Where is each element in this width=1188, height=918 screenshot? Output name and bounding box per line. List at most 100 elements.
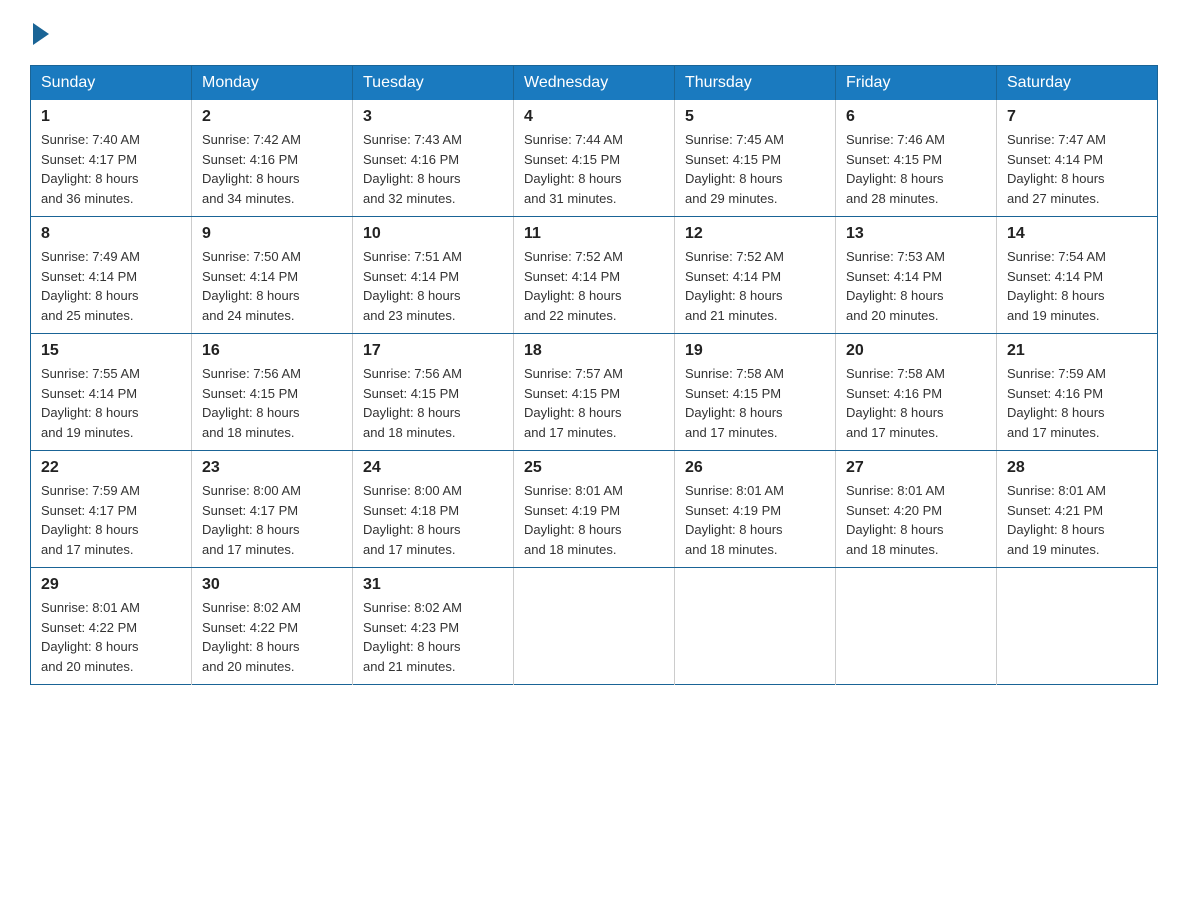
- sunset-label: Sunset: 4:14 PM: [1007, 152, 1103, 167]
- sunset-label: Sunset: 4:14 PM: [41, 386, 137, 401]
- day-number: 30: [202, 576, 342, 594]
- sunset-label: Sunset: 4:14 PM: [202, 269, 298, 284]
- calendar-day-cell: 17 Sunrise: 7:56 AM Sunset: 4:15 PM Dayl…: [353, 334, 514, 451]
- sunrise-label: Sunrise: 7:47 AM: [1007, 132, 1106, 147]
- day-info: Sunrise: 7:42 AM Sunset: 4:16 PM Dayligh…: [202, 130, 342, 208]
- calendar-day-cell: 18 Sunrise: 7:57 AM Sunset: 4:15 PM Dayl…: [514, 334, 675, 451]
- day-info: Sunrise: 8:02 AM Sunset: 4:23 PM Dayligh…: [363, 598, 503, 676]
- sunrise-label: Sunrise: 8:01 AM: [685, 483, 784, 498]
- calendar-day-cell: 26 Sunrise: 8:01 AM Sunset: 4:19 PM Dayl…: [675, 451, 836, 568]
- calendar-day-cell: 27 Sunrise: 8:01 AM Sunset: 4:20 PM Dayl…: [836, 451, 997, 568]
- calendar-week-row: 8 Sunrise: 7:49 AM Sunset: 4:14 PM Dayli…: [31, 217, 1158, 334]
- sunrise-label: Sunrise: 7:57 AM: [524, 366, 623, 381]
- day-info: Sunrise: 8:01 AM Sunset: 4:19 PM Dayligh…: [685, 481, 825, 559]
- empty-cell: [514, 568, 675, 685]
- calendar-day-cell: 24 Sunrise: 8:00 AM Sunset: 4:18 PM Dayl…: [353, 451, 514, 568]
- calendar-table: SundayMondayTuesdayWednesdayThursdayFrid…: [30, 65, 1158, 685]
- sunset-label: Sunset: 4:15 PM: [846, 152, 942, 167]
- sunset-label: Sunset: 4:16 PM: [1007, 386, 1103, 401]
- calendar-day-cell: 13 Sunrise: 7:53 AM Sunset: 4:14 PM Dayl…: [836, 217, 997, 334]
- sunset-label: Sunset: 4:15 PM: [524, 386, 620, 401]
- calendar-day-cell: 15 Sunrise: 7:55 AM Sunset: 4:14 PM Dayl…: [31, 334, 192, 451]
- weekday-header-saturday: Saturday: [997, 66, 1158, 101]
- weekday-header-friday: Friday: [836, 66, 997, 101]
- calendar-day-cell: 8 Sunrise: 7:49 AM Sunset: 4:14 PM Dayli…: [31, 217, 192, 334]
- day-info: Sunrise: 8:01 AM Sunset: 4:20 PM Dayligh…: [846, 481, 986, 559]
- sunrise-label: Sunrise: 7:46 AM: [846, 132, 945, 147]
- sunrise-label: Sunrise: 7:45 AM: [685, 132, 784, 147]
- day-info: Sunrise: 7:58 AM Sunset: 4:16 PM Dayligh…: [846, 364, 986, 442]
- daylight-minutes: and 20 minutes.: [202, 659, 295, 674]
- sunrise-label: Sunrise: 7:43 AM: [363, 132, 462, 147]
- daylight-minutes: and 36 minutes.: [41, 191, 134, 206]
- day-number: 4: [524, 108, 664, 126]
- calendar-day-cell: 10 Sunrise: 7:51 AM Sunset: 4:14 PM Dayl…: [353, 217, 514, 334]
- daylight-minutes: and 18 minutes.: [685, 542, 778, 557]
- sunrise-label: Sunrise: 7:49 AM: [41, 249, 140, 264]
- sunset-label: Sunset: 4:23 PM: [363, 620, 459, 635]
- daylight-minutes: and 25 minutes.: [41, 308, 134, 323]
- sunset-label: Sunset: 4:22 PM: [202, 620, 298, 635]
- day-info: Sunrise: 8:00 AM Sunset: 4:18 PM Dayligh…: [363, 481, 503, 559]
- daylight-minutes: and 19 minutes.: [1007, 542, 1100, 557]
- sunrise-label: Sunrise: 7:51 AM: [363, 249, 462, 264]
- daylight-minutes: and 19 minutes.: [41, 425, 134, 440]
- day-number: 14: [1007, 225, 1147, 243]
- day-number: 20: [846, 342, 986, 360]
- day-info: Sunrise: 7:52 AM Sunset: 4:14 PM Dayligh…: [685, 247, 825, 325]
- sunrise-label: Sunrise: 7:59 AM: [41, 483, 140, 498]
- sunrise-label: Sunrise: 8:00 AM: [363, 483, 462, 498]
- day-number: 25: [524, 459, 664, 477]
- daylight-label: Daylight: 8 hours: [202, 288, 300, 303]
- sunset-label: Sunset: 4:19 PM: [685, 503, 781, 518]
- calendar-week-row: 1 Sunrise: 7:40 AM Sunset: 4:17 PM Dayli…: [31, 100, 1158, 217]
- daylight-label: Daylight: 8 hours: [524, 171, 622, 186]
- daylight-minutes: and 29 minutes.: [685, 191, 778, 206]
- daylight-minutes: and 20 minutes.: [846, 308, 939, 323]
- calendar-week-row: 29 Sunrise: 8:01 AM Sunset: 4:22 PM Dayl…: [31, 568, 1158, 685]
- day-number: 1: [41, 108, 181, 126]
- daylight-label: Daylight: 8 hours: [524, 288, 622, 303]
- calendar-day-cell: 25 Sunrise: 8:01 AM Sunset: 4:19 PM Dayl…: [514, 451, 675, 568]
- day-info: Sunrise: 7:56 AM Sunset: 4:15 PM Dayligh…: [202, 364, 342, 442]
- daylight-label: Daylight: 8 hours: [41, 639, 139, 654]
- calendar-day-cell: 6 Sunrise: 7:46 AM Sunset: 4:15 PM Dayli…: [836, 100, 997, 217]
- daylight-label: Daylight: 8 hours: [41, 405, 139, 420]
- daylight-label: Daylight: 8 hours: [685, 522, 783, 537]
- page-header: [30, 20, 1158, 45]
- daylight-label: Daylight: 8 hours: [202, 522, 300, 537]
- sunrise-label: Sunrise: 7:53 AM: [846, 249, 945, 264]
- daylight-label: Daylight: 8 hours: [1007, 171, 1105, 186]
- daylight-label: Daylight: 8 hours: [524, 522, 622, 537]
- logo: [30, 20, 49, 45]
- sunset-label: Sunset: 4:16 PM: [363, 152, 459, 167]
- calendar-week-row: 22 Sunrise: 7:59 AM Sunset: 4:17 PM Dayl…: [31, 451, 1158, 568]
- sunrise-label: Sunrise: 7:42 AM: [202, 132, 301, 147]
- calendar-day-cell: 3 Sunrise: 7:43 AM Sunset: 4:16 PM Dayli…: [353, 100, 514, 217]
- day-number: 17: [363, 342, 503, 360]
- day-info: Sunrise: 7:45 AM Sunset: 4:15 PM Dayligh…: [685, 130, 825, 208]
- day-number: 22: [41, 459, 181, 477]
- daylight-minutes: and 17 minutes.: [1007, 425, 1100, 440]
- daylight-minutes: and 19 minutes.: [1007, 308, 1100, 323]
- sunset-label: Sunset: 4:17 PM: [41, 152, 137, 167]
- day-number: 15: [41, 342, 181, 360]
- daylight-label: Daylight: 8 hours: [1007, 288, 1105, 303]
- day-number: 11: [524, 225, 664, 243]
- day-info: Sunrise: 7:46 AM Sunset: 4:15 PM Dayligh…: [846, 130, 986, 208]
- calendar-day-cell: 29 Sunrise: 8:01 AM Sunset: 4:22 PM Dayl…: [31, 568, 192, 685]
- day-info: Sunrise: 7:53 AM Sunset: 4:14 PM Dayligh…: [846, 247, 986, 325]
- day-number: 23: [202, 459, 342, 477]
- calendar-day-cell: 9 Sunrise: 7:50 AM Sunset: 4:14 PM Dayli…: [192, 217, 353, 334]
- daylight-minutes: and 17 minutes.: [685, 425, 778, 440]
- sunset-label: Sunset: 4:18 PM: [363, 503, 459, 518]
- day-number: 7: [1007, 108, 1147, 126]
- sunrise-label: Sunrise: 7:52 AM: [524, 249, 623, 264]
- day-number: 10: [363, 225, 503, 243]
- day-number: 12: [685, 225, 825, 243]
- calendar-day-cell: 31 Sunrise: 8:02 AM Sunset: 4:23 PM Dayl…: [353, 568, 514, 685]
- day-number: 29: [41, 576, 181, 594]
- day-info: Sunrise: 8:01 AM Sunset: 4:22 PM Dayligh…: [41, 598, 181, 676]
- sunset-label: Sunset: 4:16 PM: [202, 152, 298, 167]
- calendar-day-cell: 11 Sunrise: 7:52 AM Sunset: 4:14 PM Dayl…: [514, 217, 675, 334]
